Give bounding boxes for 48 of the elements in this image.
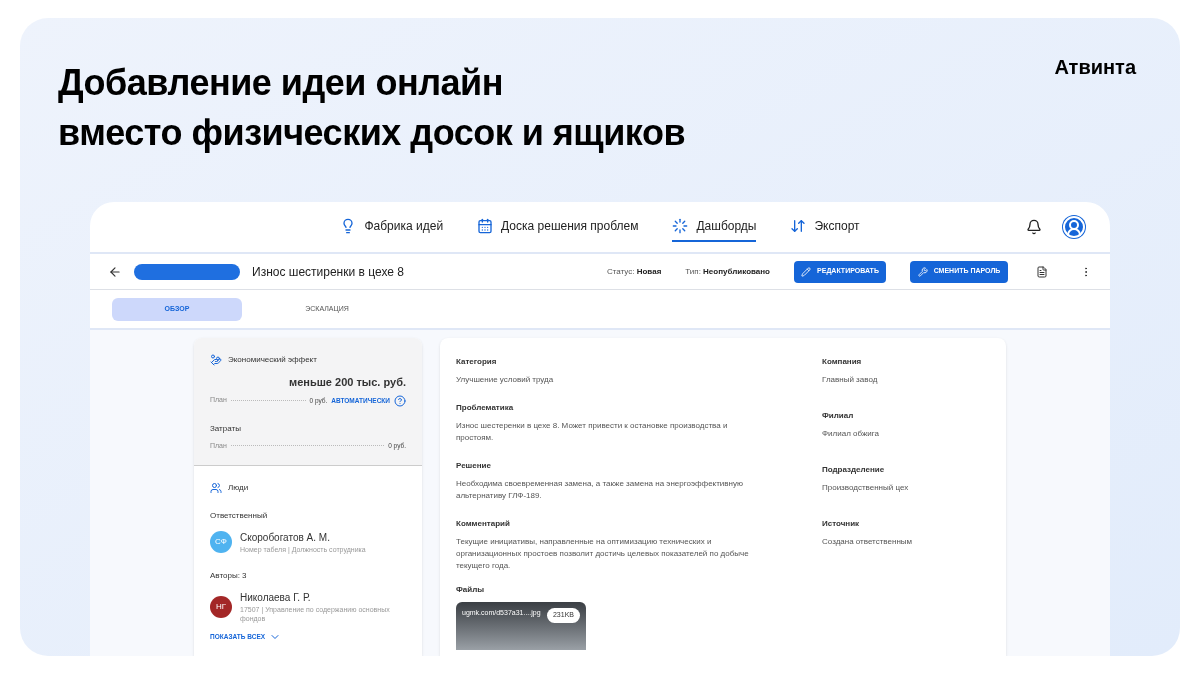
amount: меньше 200 тыс. руб. [289, 375, 406, 390]
back-icon[interactable] [108, 264, 122, 279]
field-value: Износ шестеренки в цехе 8. Может привести к остановке производства и простоям. [456, 420, 729, 444]
people-icon [210, 482, 222, 494]
field-label: Компания [822, 356, 863, 368]
section-title: Люди [228, 482, 249, 494]
section-title: Экономический эффект [228, 354, 317, 366]
status-text: Статус: Новая [606, 265, 662, 278]
field-label: Файлы [456, 584, 486, 596]
avatar: НГ [210, 595, 232, 618]
wrench-icon [917, 266, 928, 277]
coins-icon [210, 354, 222, 366]
type-text: Тип: Неопубликовано [685, 265, 770, 278]
field-label: Категория [456, 356, 498, 368]
calendar-icon [477, 218, 494, 234]
bell-icon[interactable] [1026, 219, 1042, 235]
field-value: Текущие инициативы, направленные на оптимизацию технических и организационных простоев позволит достичь целевых показателей по добыче текущего года. [456, 536, 750, 572]
field-label: Филиал [822, 410, 855, 422]
field-value: Необходима своевременная замена, а также замена на энергоэффективную альтернативу ГЛФ-189. [456, 478, 744, 502]
document-icon[interactable] [1036, 265, 1048, 278]
logo: Атвинта [1054, 55, 1136, 80]
headline: Добавление идеи онлайн [58, 61, 504, 105]
help-icon[interactable] [394, 394, 406, 407]
headline: вместо физических досок и ящиков [58, 111, 685, 155]
pencil-icon [801, 266, 812, 277]
nav-tab[interactable]: Экспорт [790, 212, 860, 242]
subsection-title: Ответственный [210, 510, 269, 522]
field-value: Улучшение условий труда [456, 374, 555, 386]
field-label: Проблематика [456, 402, 515, 414]
field-value: Производственный цех [822, 482, 910, 494]
field-label: Источник [822, 518, 861, 530]
field-label: Подразделение [822, 464, 886, 476]
field-label: Комментарий [456, 518, 511, 530]
nav-tab[interactable]: Фабрика идей [340, 212, 444, 242]
field-value: Главный завод [822, 374, 879, 386]
person-name: Николаева Г. Р. [240, 591, 312, 605]
field-value: Создана ответственным [822, 536, 913, 548]
section-title: Затраты [210, 422, 242, 435]
field-value: Филиал обжига [822, 428, 880, 440]
avatar: СФ [210, 531, 232, 553]
idea-title: Износ шестиренки в цехе 8 [252, 263, 404, 281]
field-label: Решение [456, 460, 492, 472]
avatar-icon[interactable] [1062, 215, 1086, 239]
arrows-icon [790, 218, 807, 234]
nav-tab[interactable]: Дашборды [672, 212, 757, 242]
nav-tab[interactable]: Доска решения проблем [477, 212, 639, 242]
person-name: Скоробогатов А. М. [240, 531, 331, 545]
subsection-title: Авторы: 3 [210, 570, 248, 582]
